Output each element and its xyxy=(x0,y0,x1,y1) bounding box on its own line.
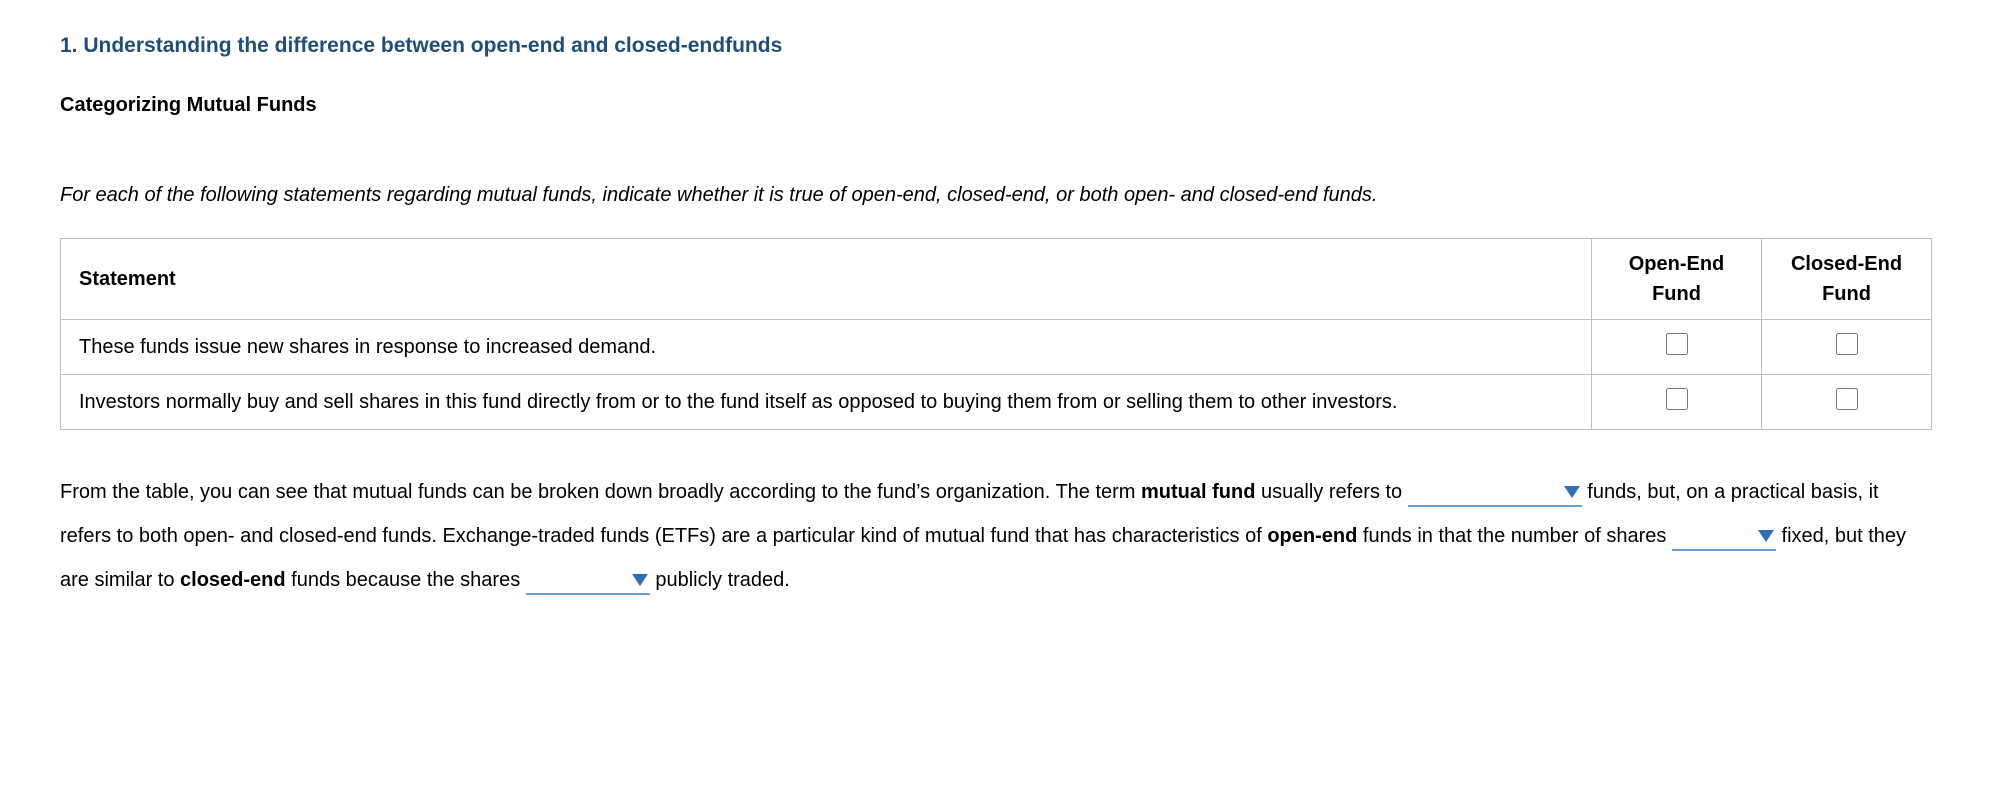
col-header-closed-end: Closed-End Fund xyxy=(1762,238,1932,319)
para-text: funds in that the number of shares xyxy=(1357,525,1672,547)
chevron-down-icon xyxy=(1564,486,1580,498)
closed-end-checkbox[interactable] xyxy=(1836,333,1858,355)
question-heading: 1. Understanding the difference between … xyxy=(60,30,1932,62)
dropdown-shares-fixed[interactable] xyxy=(1672,525,1776,551)
instruction-text: For each of the following statements reg… xyxy=(60,180,1932,210)
col-header-open-end: Open-End Fund xyxy=(1592,238,1762,319)
statement-cell: Investors normally buy and sell shares i… xyxy=(61,374,1592,429)
open-end-checkbox[interactable] xyxy=(1666,333,1688,355)
col-header-statement: Statement xyxy=(61,238,1592,319)
statements-table: Statement Open-End Fund Closed-End Fund … xyxy=(60,238,1932,430)
table-row: Investors normally buy and sell shares i… xyxy=(61,374,1932,429)
bold-term: closed-end xyxy=(180,569,286,591)
dropdown-fund-type[interactable] xyxy=(1408,481,1582,507)
fill-in-paragraph: From the table, you can see that mutual … xyxy=(60,470,1932,602)
open-end-checkbox[interactable] xyxy=(1666,388,1688,410)
para-text: From the table, you can see that mutual … xyxy=(60,481,1141,503)
chevron-down-icon xyxy=(1758,530,1774,542)
bold-term: open-end xyxy=(1267,525,1357,547)
statement-cell: These funds issue new shares in response… xyxy=(61,319,1592,374)
para-text: funds because the shares xyxy=(286,569,526,591)
chevron-down-icon xyxy=(632,574,648,586)
para-text: usually refers to xyxy=(1255,481,1407,503)
table-row: These funds issue new shares in response… xyxy=(61,319,1932,374)
bold-term: mutual fund xyxy=(1141,481,1255,503)
dropdown-publicly-traded[interactable] xyxy=(526,569,650,595)
section-subheading: Categorizing Mutual Funds xyxy=(60,90,1932,120)
para-text: publicly traded. xyxy=(650,569,790,591)
closed-end-checkbox[interactable] xyxy=(1836,388,1858,410)
